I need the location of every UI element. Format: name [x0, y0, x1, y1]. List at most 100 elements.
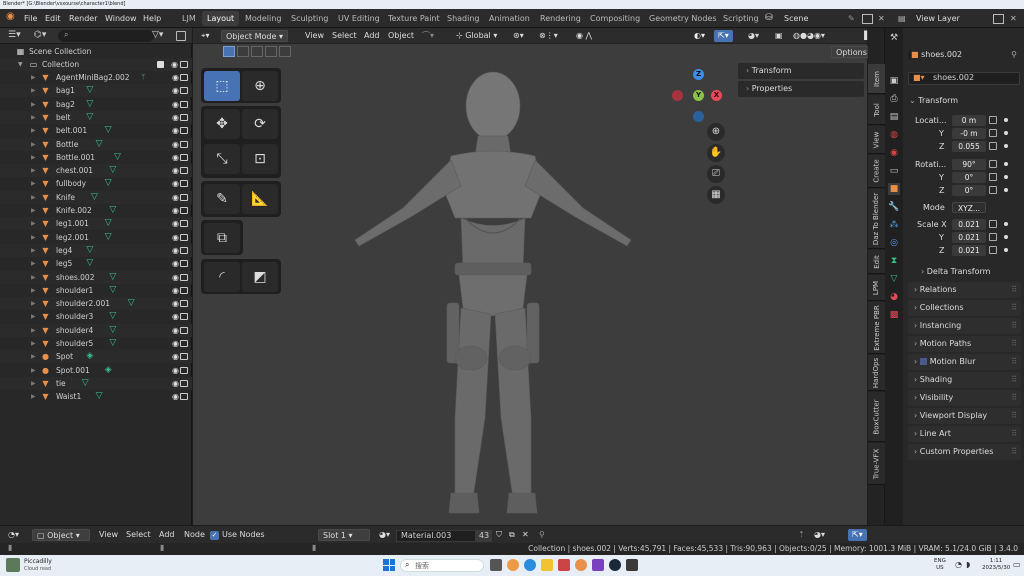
camera-icon[interactable]: [180, 366, 188, 374]
move-tool-icon[interactable]: ✥: [204, 109, 240, 139]
outliner-row[interactable]: ▶ ▼ shoulder5 ▽ ◉: [0, 337, 192, 350]
expand-arrow-icon[interactable]: ▶: [31, 191, 36, 204]
eye-icon[interactable]: ◉: [172, 191, 179, 204]
taskbar-search-input[interactable]: ⌕ 搜索: [400, 559, 484, 572]
outliner-row[interactable]: ▶ ▼ shoulder2.001 ▽ ◉: [0, 297, 192, 311]
character-model[interactable]: [343, 68, 643, 518]
cursor-tool-icon[interactable]: ⊕: [242, 71, 278, 101]
sidebar-tab[interactable]: Extreme PBR: [868, 302, 885, 354]
location-z-field[interactable]: 0.055: [952, 141, 986, 152]
collapse-arrow-icon[interactable]: ▼: [18, 58, 23, 71]
light-data-icon[interactable]: ◈: [105, 364, 112, 377]
particles-props-icon[interactable]: ⁂: [888, 219, 900, 231]
location-x-field[interactable]: 0 m: [952, 115, 986, 126]
camera-icon[interactable]: [180, 193, 188, 201]
visibility-icon[interactable]: ◐▾: [690, 30, 709, 42]
scene-icon[interactable]: ⛁: [765, 12, 773, 25]
rotate-tool-icon[interactable]: ⟳: [242, 109, 278, 139]
outliner-row[interactable]: ▶ ▼ Knife.002 ▽ ◉: [0, 204, 192, 217]
file-explorer-icon[interactable]: [541, 559, 553, 571]
workspace-tab-texture-paint[interactable]: Texture Paint: [383, 11, 445, 26]
outliner-row[interactable]: ▶ ▼ shoulder4 ▽ ◉: [0, 323, 192, 337]
outliner-row[interactable]: ▶ ▼ AgentMiniBag2.002 ᛘ ◉: [0, 71, 192, 84]
sidebar-node-icon[interactable]: ⇱▾: [848, 529, 867, 541]
menu-file[interactable]: File: [24, 12, 37, 25]
sidebar-tab[interactable]: BoxCutter: [868, 392, 885, 442]
outliner-row[interactable]: ▶ ▼ shoes.002 ▽ ◉: [0, 270, 192, 284]
expand-arrow-icon[interactable]: ▶: [31, 111, 36, 124]
outliner-row[interactable]: ▶ ▼ shoulder3 ▽ ◉: [0, 310, 192, 323]
outliner-row[interactable]: ▶ ▼ belt.001 ▽ ◉: [0, 124, 192, 137]
keyframe-dot-icon[interactable]: [1004, 175, 1008, 179]
workspace-tab-shading[interactable]: Shading: [442, 11, 485, 26]
proportional-editing-icon[interactable]: ◉ ⋀: [572, 30, 596, 42]
add-cube-tool-icon[interactable]: ⧉: [204, 223, 240, 253]
eye-icon[interactable]: ◉: [172, 98, 179, 111]
new-collection-icon[interactable]: [176, 31, 186, 41]
blender-logo-icon[interactable]: ◉: [6, 10, 15, 23]
expand-arrow-icon[interactable]: ▶: [31, 71, 36, 84]
properties-section[interactable]: › Viewport Display ⠿: [908, 408, 1021, 424]
expand-arrow-icon[interactable]: ▶: [31, 284, 36, 297]
mesh-data-icon[interactable]: ▽: [86, 98, 93, 111]
weather-app-icon[interactable]: [6, 558, 20, 572]
keyframe-dot-icon[interactable]: [1004, 188, 1008, 192]
camera-icon[interactable]: [180, 326, 188, 334]
snap-node-icon[interactable]: ⇡: [794, 529, 809, 541]
pivot-point-icon[interactable]: ⊛▾: [509, 30, 528, 42]
eye-icon[interactable]: ◉: [172, 377, 179, 390]
gizmo-x-axis[interactable]: X: [711, 90, 722, 101]
properties-section[interactable]: › Custom Properties ⠿: [908, 444, 1021, 460]
new-scene-icon[interactable]: [862, 14, 873, 24]
object-menu[interactable]: Object: [384, 30, 418, 42]
camera-icon[interactable]: [180, 207, 188, 214]
outliner-row[interactable]: ▶ ● Spot ◈ ◉: [0, 350, 192, 364]
expand-arrow-icon[interactable]: ▶: [31, 84, 36, 97]
camera-icon[interactable]: [180, 313, 188, 321]
gizmo-y-axis[interactable]: Y: [693, 90, 704, 101]
mesh-data-icon[interactable]: ▽: [109, 164, 116, 177]
outliner-row[interactable]: ▶ ▼ leg2.001 ▽ ◉: [0, 231, 192, 244]
collection-props-icon[interactable]: ▭: [888, 165, 900, 177]
texture-props-icon[interactable]: ▩: [888, 309, 900, 321]
outliner-row[interactable]: ▶ ▼ bag1 ▽ ◉: [0, 84, 192, 98]
properties-section[interactable]: › Relations ⠿: [908, 282, 1021, 298]
mesh-data-icon[interactable]: ▽: [109, 204, 116, 217]
camera-icon[interactable]: [180, 220, 188, 228]
expand-arrow-icon[interactable]: ▶: [31, 151, 36, 164]
lock-icon[interactable]: [989, 220, 997, 228]
transform-orientation-selector[interactable]: ⊹ Global ▾: [452, 30, 501, 42]
camera-icon[interactable]: [180, 300, 188, 308]
eye-icon[interactable]: ◉: [172, 217, 179, 230]
lock-icon[interactable]: [989, 129, 997, 137]
sidebar-tab[interactable]: Tool: [868, 95, 885, 125]
camera-icon[interactable]: [180, 379, 188, 387]
properties-section[interactable]: › Collections ⠿: [908, 300, 1021, 316]
expand-arrow-icon[interactable]: ▶: [31, 217, 36, 230]
exclude-checkbox[interactable]: [157, 61, 164, 68]
keyframe-dot-icon[interactable]: [1004, 162, 1008, 166]
mesh-data-icon[interactable]: ▽: [105, 124, 112, 137]
drag-handle-icon[interactable]: ⠿: [1011, 318, 1017, 334]
add-menu[interactable]: Add: [360, 30, 384, 42]
edge-icon[interactable]: [524, 559, 536, 571]
select-mode-extend-icon[interactable]: [237, 46, 249, 57]
mesh-data-icon[interactable]: ▽: [96, 390, 103, 403]
mesh-data-icon[interactable]: ▽: [86, 244, 93, 257]
eye-icon[interactable]: ◉: [172, 111, 179, 124]
outliner-row[interactable]: ▶ ▼ leg5 ▽ ◉: [0, 257, 192, 270]
menu-help[interactable]: Help: [143, 12, 161, 25]
camera-icon[interactable]: [180, 127, 188, 135]
eye-icon[interactable]: ◉: [172, 204, 179, 217]
node-add-menu[interactable]: Add: [155, 529, 179, 541]
outliner-row[interactable]: ▶ ▼ Knife ▽ ◉: [0, 190, 192, 204]
drag-handle-icon[interactable]: ⠿: [1011, 282, 1017, 298]
eye-icon[interactable]: ◉: [172, 84, 179, 97]
mode-selector[interactable]: Object Mode ▾: [221, 30, 288, 42]
eye-icon[interactable]: ◉: [172, 284, 179, 297]
scene-props-icon[interactable]: ◍: [888, 129, 900, 141]
scale-tool-icon[interactable]: ⤡: [204, 144, 240, 174]
ortho-grid-icon[interactable]: ▦: [707, 186, 725, 204]
expand-arrow-icon[interactable]: ▶: [31, 257, 36, 270]
eye-icon[interactable]: ◉: [172, 151, 179, 164]
